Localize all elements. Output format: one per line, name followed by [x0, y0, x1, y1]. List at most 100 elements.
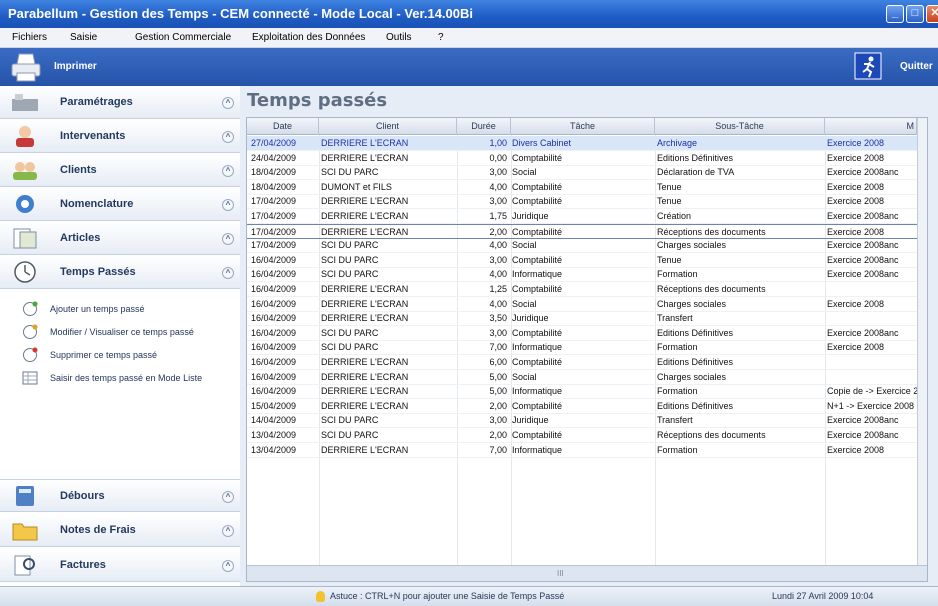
column-header-m[interactable]: M [825, 118, 917, 135]
cell-tache: Informatique [512, 386, 563, 397]
app-window: Parabellum - Gestion des Temps - CEM con… [0, 0, 938, 606]
sidebar-item-nomenclature[interactable]: Nomenclature ^ [0, 188, 240, 221]
sidebar-item-parametrages[interactable]: Paramétrages ^ [0, 86, 240, 119]
chevron-up-icon[interactable]: ^ [222, 491, 234, 503]
chevron-up-icon[interactable]: ^ [222, 165, 234, 177]
cell-client: DERRIERE L'ECRAN [321, 400, 409, 411]
action-modifier[interactable]: Modifier / Visualiser ce temps passé [0, 321, 240, 343]
table-row[interactable]: 16/04/2009 SCI DU PARC 7,00 Informatique For… [247, 340, 927, 356]
sidebar-item-articles[interactable]: Articles ^ [0, 222, 240, 255]
vertical-scrollbar[interactable] [917, 118, 927, 565]
chevron-up-icon[interactable]: ^ [222, 525, 234, 537]
cell-m: Exercice 2008 [827, 196, 885, 207]
cell-duree: 7,00 [489, 444, 507, 455]
scroll-thumb-grip: III [557, 569, 564, 578]
cell-m: Exercice 2008 [827, 298, 885, 309]
menu-saisie[interactable]: Saisie [70, 28, 97, 48]
cell-m: Exercice 2008anc [827, 269, 899, 280]
table-row[interactable]: 16/04/2009 DERRIERE L'ECRAN 4,00 Social Char… [247, 297, 927, 312]
column-header-date[interactable]: Date [247, 118, 319, 135]
table-row[interactable]: 27/04/2009 DERRIERE L'ECRAN 1,00 Divers Cab… [247, 136, 927, 151]
sidebar-item-debours[interactable]: Débours ^ [0, 479, 240, 512]
cell-sous-tache: Archivage [657, 138, 698, 148]
cell-tache: Informatique [512, 342, 563, 353]
sidebar-item-temps-passes[interactable]: Temps Passés ^ [0, 256, 240, 289]
cell-duree: 1,00 [489, 138, 507, 148]
main-panel: Temps passés Date Client Durée Tâche Sou… [240, 86, 938, 586]
horizontal-scrollbar[interactable]: III [247, 565, 927, 581]
table-row[interactable]: 16/04/2009 DERRIERE L'ECRAN 3,50 Juridique T… [247, 311, 927, 327]
table-row[interactable]: 16/04/2009 SCI DU PARC 3,00 Comptabilité Edi… [247, 326, 927, 341]
table-row[interactable]: 16/04/2009 SCI DU PARC 4,00 Informatique For… [247, 267, 927, 283]
gear-icon [16, 195, 34, 213]
menu-exploitation[interactable]: Exploitation des Données [252, 28, 365, 48]
quit-button[interactable]: Quitter [852, 51, 938, 83]
cell-client: SCI DU PARC [321, 342, 379, 353]
column-header-client[interactable]: Client [319, 118, 457, 135]
sidebar-item-notes-de-frais[interactable]: Notes de Frais ^ [0, 514, 240, 547]
chevron-up-icon[interactable]: ^ [222, 233, 234, 245]
cell-tache: Comptabilité [512, 327, 563, 338]
cell-sous-tache: Charges sociales [657, 240, 727, 251]
chevron-up-icon[interactable]: ^ [222, 560, 234, 572]
maximize-icon[interactable]: □ [906, 5, 924, 23]
cell-duree: 4,00 [489, 269, 507, 280]
table-row[interactable]: 13/04/2009 DERRIERE L'ECRAN 7,00 Informatiq… [247, 443, 927, 458]
menu-outils[interactable]: Outils [386, 28, 412, 48]
cell-duree: 2,00 [489, 226, 507, 237]
cell-date: 13/04/2009 [251, 444, 297, 455]
table-row[interactable]: 16/04/2009 DERRIERE L'ECRAN 5,00 Informatiq… [247, 384, 927, 400]
cell-date: 15/04/2009 [251, 400, 297, 411]
table-row[interactable]: 15/04/2009 DERRIERE L'ECRAN 2,00 Comptabili… [247, 399, 927, 414]
print-button[interactable]: Imprimer [8, 51, 128, 83]
table-row[interactable]: 18/04/2009 DUMONT et FILS 4,00 Comptabilité… [247, 180, 927, 195]
table-row[interactable]: 17/04/2009 DERRIERE L'ECRAN 2,00 Comptabili… [247, 223, 927, 239]
sidebar-item-clients[interactable]: Clients ^ [0, 154, 240, 187]
group-icon [13, 162, 37, 180]
minimize-icon[interactable]: _ [886, 5, 904, 23]
cell-client: DERRIERE L'ECRAN [321, 226, 409, 237]
quit-label: Quitter [900, 61, 933, 72]
action-supprimer[interactable]: Supprimer ce temps passé [0, 344, 240, 366]
cell-tache: Social [512, 240, 537, 251]
table-row[interactable]: 16/04/2009 DERRIERE L'ECRAN 6,00 Comptabili… [247, 355, 927, 370]
table-row[interactable]: 18/04/2009 SCI DU PARC 3,00 Social Déclarati… [247, 165, 927, 181]
sidebar-item-intervenants[interactable]: Intervenants ^ [0, 120, 240, 153]
cell-sous-tache: Tenue [657, 254, 682, 265]
time-entries-grid[interactable]: Date Client Durée Tâche Sous-Tâche M 27/… [246, 117, 928, 582]
cell-duree: 0,00 [489, 152, 507, 163]
chevron-up-icon[interactable]: ^ [222, 267, 234, 279]
cell-date: 16/04/2009 [251, 357, 297, 367]
cell-date: 16/04/2009 [251, 342, 297, 353]
table-row[interactable]: 16/04/2009 DERRIERE L'ECRAN 5,00 Social Char… [247, 370, 927, 385]
cell-m: Exercice 2008anc [827, 415, 899, 426]
menu-help[interactable]: ? [438, 28, 444, 48]
column-header-sous-tache[interactable]: Sous-Tâche [655, 118, 825, 135]
table-row[interactable]: 17/04/2009 SCI DU PARC 4,00 Social Charges s… [247, 238, 927, 254]
table-row[interactable]: 17/04/2009 DERRIERE L'ECRAN 1,75 Juridique C… [247, 209, 927, 224]
action-ajouter[interactable]: Ajouter un temps passé [0, 298, 240, 320]
column-header-tache[interactable]: Tâche [511, 118, 655, 135]
menu-fichiers[interactable]: Fichiers [12, 28, 47, 48]
table-row[interactable]: 13/04/2009 SCI DU PARC 2,00 Comptabilité Réc… [247, 428, 927, 443]
sidebar-label: Factures [60, 559, 106, 571]
sidebar-item-factures[interactable]: Factures ^ [0, 549, 240, 582]
print-label: Imprimer [54, 61, 97, 72]
table-row[interactable]: 24/04/2009 DERRIERE L'ECRAN 0,00 Comptabili… [247, 151, 927, 166]
action-saisir-liste[interactable]: Saisir des temps passé en Mode Liste [0, 367, 240, 389]
grid-header: Date Client Durée Tâche Sous-Tâche M [247, 118, 927, 135]
cell-m: Exercice 2008anc [827, 211, 899, 221]
close-icon[interactable]: ✕ [926, 5, 938, 23]
table-row[interactable]: 16/04/2009 SCI DU PARC 3,00 Comptabilité Ten… [247, 253, 927, 268]
chevron-up-icon[interactable]: ^ [222, 131, 234, 143]
column-header-duree[interactable]: Durée [457, 118, 511, 135]
cell-sous-tache: Editions Définitives [657, 357, 734, 367]
cell-date: 17/04/2009 [251, 211, 297, 221]
table-row[interactable]: 14/04/2009 SCI DU PARC 3,00 Juridique Transf… [247, 413, 927, 429]
chevron-up-icon[interactable]: ^ [222, 97, 234, 109]
table-row[interactable]: 17/04/2009 DERRIERE L'ECRAN 3,00 Comptabili… [247, 194, 927, 210]
menu-gestion-commerciale[interactable]: Gestion Commerciale [135, 28, 231, 48]
table-row[interactable]: 16/04/2009 DERRIERE L'ECRAN 1,25 Comptabili… [247, 282, 927, 297]
chevron-up-icon[interactable]: ^ [222, 199, 234, 211]
cell-tache: Juridique [512, 415, 549, 426]
